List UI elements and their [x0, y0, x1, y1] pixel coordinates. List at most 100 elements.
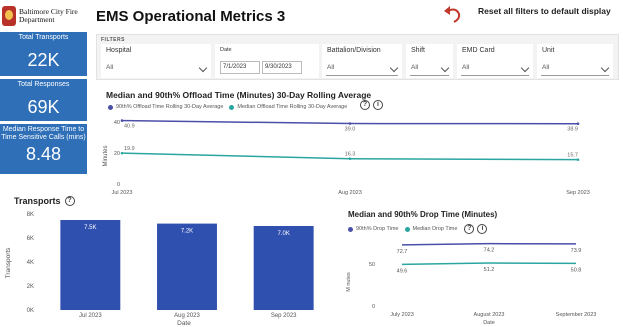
filter-value: All: [411, 64, 419, 71]
offload-chart-legend: 90th% Offload Time Rolling 30-Day Averag…: [108, 104, 347, 110]
filter-label: Unit: [542, 47, 555, 54]
x-tick-label: Sep 2023: [566, 190, 590, 196]
help-icon[interactable]: ?: [360, 100, 370, 110]
x-tick-label: July 2023: [390, 312, 414, 318]
kpi-median-response-time: Median Response Time to Time Sensitive C…: [0, 124, 87, 174]
battalion-filter[interactable]: Battalion/Division All: [322, 44, 402, 78]
kpi-label: Total Responses: [17, 81, 70, 88]
data-point: [348, 157, 352, 161]
data-point: [348, 122, 352, 125]
data-label: 16.3: [345, 152, 356, 158]
x-tick-label: August 2023: [474, 312, 505, 318]
filter-value: All: [106, 64, 114, 71]
info-icon[interactable]: i: [373, 100, 383, 110]
filter-label: Shift: [411, 47, 426, 54]
chevron-down-icon[interactable]: [389, 63, 399, 73]
legend-swatch: [404, 226, 410, 232]
y-tick-label: 0: [372, 304, 375, 310]
fire-department-seal-icon: [2, 6, 16, 26]
chevron-down-icon[interactable]: [600, 63, 610, 73]
series-line: [401, 262, 577, 266]
x-tick-label: Jul 2023: [112, 190, 133, 196]
data-label: 50.8: [571, 267, 582, 273]
data-label: 38.9: [567, 127, 578, 133]
y-axis-label: Minutes: [103, 145, 109, 166]
filter-label: EMD Card: [462, 47, 495, 54]
y-tick-label: 8K: [27, 212, 34, 218]
x-tick-label: Aug 2023: [174, 313, 200, 319]
transports-bar: [60, 220, 121, 310]
chevron-down-icon[interactable]: [198, 63, 208, 73]
legend-item: 90th% Offload Time Rolling 30-Day Averag…: [116, 104, 224, 110]
y-tick-label: 0: [117, 182, 120, 188]
y-tick-label: 40: [114, 120, 120, 126]
bar-data-label: 7.2K: [181, 229, 193, 235]
x-tick-label: September 2023: [556, 312, 597, 318]
data-point: [576, 158, 580, 161]
kpi-total-transports: Total Transports 22K: [0, 32, 87, 76]
y-tick-label: 20: [114, 151, 120, 157]
kpi-value: 8.48: [25, 144, 62, 164]
y-axis-label: Transports: [5, 247, 12, 279]
data-label: 51.2: [484, 267, 495, 273]
kpi-value: 69K: [27, 97, 60, 117]
legend-swatch: [108, 104, 113, 110]
data-label: 19.9: [124, 146, 135, 152]
transports-bar-chart: Transports 0K 2K 4K 6K 8K 7.5K Jul 2023 7.2K Aug …: [5, 212, 314, 327]
filters-title: FILTERS: [101, 37, 125, 43]
data-label: 39.0: [345, 127, 356, 133]
data-label: 74.2: [484, 248, 495, 254]
data-label: 72.7: [397, 249, 408, 255]
bar-data-label: 7.5K: [84, 225, 96, 231]
help-icon[interactable]: ?: [64, 196, 75, 206]
x-tick-label: Sep 2023: [271, 313, 297, 319]
data-label: 49.6: [397, 268, 408, 274]
hospital-filter[interactable]: Hospital All: [101, 44, 211, 78]
date-end-input[interactable]: 9/30/2023: [262, 61, 302, 74]
y-tick-label: 6K: [27, 236, 34, 242]
filter-value: All: [462, 64, 470, 71]
bar-data-label: 7.0K: [277, 231, 289, 237]
filter-label: Hospital: [106, 47, 132, 54]
x-axis-label: Date: [483, 320, 495, 326]
kpi-total-responses: Total Responses 69K: [0, 79, 87, 121]
department-logo: Baltimore City Fire Department: [0, 0, 92, 32]
y-axis-label: M nutes: [346, 272, 352, 292]
legend-item: Median Offload Time Rolling 30-Day Avera…: [237, 104, 348, 110]
chevron-down-icon[interactable]: [520, 63, 530, 73]
drop-time-chart-title: Median and 90th% Drop Time (Minutes): [348, 210, 498, 219]
data-point: [120, 119, 124, 122]
emd-card-filter[interactable]: EMD Card All: [457, 44, 533, 78]
filter-label: Battalion/Division: [327, 47, 381, 54]
reset-arrow-icon[interactable]: [442, 3, 464, 25]
page-title: EMS Operational Metrics 3: [96, 8, 286, 25]
data-point: [120, 151, 124, 155]
filters-panel: FILTERS Hospital All Date 7/1/2023 9/30/…: [96, 34, 619, 80]
chevron-down-icon[interactable]: [440, 63, 450, 73]
filter-value: All: [327, 64, 335, 71]
kpi-value: 22K: [27, 50, 60, 70]
x-axis-label: Date: [177, 320, 191, 327]
legend-swatch: [229, 104, 235, 110]
shift-filter[interactable]: Shift All: [406, 44, 453, 78]
y-tick-label: 50: [369, 262, 375, 268]
data-label: 15.7: [567, 153, 578, 159]
filter-label: Date: [220, 47, 232, 53]
kpi-label: Total Transports: [18, 34, 69, 41]
unit-filter[interactable]: Unit All: [537, 44, 613, 78]
date-filter: Date 7/1/2023 9/30/2023: [215, 44, 319, 78]
y-tick-label: 0K: [27, 308, 34, 314]
offload-line-chart: Minutes 0 20 40 Jul 2023 Aug 2023 Sep 2023 40.9…: [103, 119, 590, 196]
y-tick-label: 4K: [27, 260, 34, 266]
reset-filters-button[interactable]: Reset all filters to default display: [478, 6, 611, 16]
data-label: 73.9: [571, 248, 582, 254]
filter-value: All: [542, 64, 550, 71]
series-line: [401, 242, 577, 246]
transports-bar: [253, 226, 314, 310]
transports-bar: [157, 223, 217, 310]
data-label: 40.9: [124, 124, 135, 130]
kpi-label: Median Response Time to Time Sensitive C…: [1, 126, 86, 141]
date-start-input[interactable]: 7/1/2023: [220, 61, 260, 74]
drop-time-line-chart: M nutes 0 50 July 2023 August 2023 September …: [346, 242, 597, 326]
data-point: [576, 122, 580, 126]
